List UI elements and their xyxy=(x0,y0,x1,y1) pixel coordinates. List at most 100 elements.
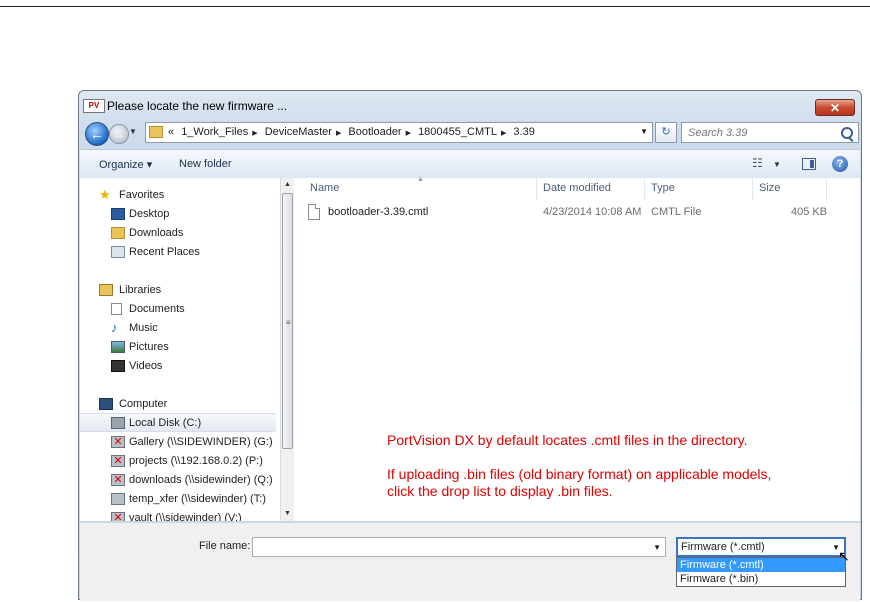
annotation-callout: PortVision DX by default locates .cmtl f… xyxy=(387,432,771,500)
address-bar[interactable]: « 1_Work_Files ▶ DeviceMaster ▶ Bootloader… xyxy=(145,122,653,143)
nav-item-desktop[interactable]: Desktop xyxy=(80,205,276,224)
nav-item-favorites[interactable]: ★ Favorites xyxy=(80,186,276,205)
nav-item-temp-xfer-drive[interactable]: temp_xfer (\\sidewinder) (T:) xyxy=(80,490,276,509)
nav-item-label: Recent Places xyxy=(129,246,200,258)
nav-item-downloads[interactable]: Downloads xyxy=(80,224,276,243)
grip-icon: ≡ xyxy=(286,318,291,327)
help-icon[interactable]: ? xyxy=(832,156,848,172)
nav-item-label: Local Disk (C:) xyxy=(129,417,202,429)
nav-item-label: Computer xyxy=(119,398,168,410)
file-name-dropdown-icon[interactable]: ▼ xyxy=(653,543,661,552)
nav-item-documents[interactable]: Documents xyxy=(80,300,276,319)
file-row[interactable]: bootloader-3.39.cmtl 4/23/2014 10:08 AM … xyxy=(306,204,844,222)
library-icon xyxy=(99,284,113,296)
breadcrumb-item[interactable]: 1800455_CMTL xyxy=(418,126,497,138)
annotation-line: If uploading .bin files (old binary form… xyxy=(387,466,772,482)
nav-item-vault-drive[interactable]: ✕ vault (\\sidewinder) (V:) xyxy=(80,509,276,521)
nav-item-downloads-drive[interactable]: ✕ downloads (\\sidewinder) (Q:) xyxy=(80,471,276,490)
nav-item-computer[interactable]: Computer xyxy=(80,395,276,414)
close-button[interactable]: ✕ xyxy=(815,99,855,116)
nav-scrollbar[interactable]: ▲ ≡ ▼ xyxy=(280,178,294,521)
nav-item-music[interactable]: ♪ Music xyxy=(80,319,276,338)
search-box[interactable] xyxy=(681,122,859,143)
column-header-date-modified[interactable]: Date modified xyxy=(543,182,611,194)
folder-icon xyxy=(149,126,163,138)
organize-menu[interactable]: Organize ▾ xyxy=(99,158,152,171)
view-options-chevron-icon[interactable]: ▼ xyxy=(773,160,781,169)
sort-indicator-icon: ▲ xyxy=(417,176,424,183)
breadcrumb-item[interactable]: DeviceMaster xyxy=(265,126,332,138)
file-type-select[interactable]: Firmware (*.cmtl) ▼ xyxy=(676,537,846,557)
breadcrumb-arrow-icon[interactable]: ▶ xyxy=(501,130,506,137)
nav-item-videos[interactable]: Videos xyxy=(80,357,276,376)
computer-icon xyxy=(99,398,113,410)
file-type: CMTL File xyxy=(651,206,702,218)
nav-item-label: Videos xyxy=(129,360,163,372)
documents-icon xyxy=(111,303,122,315)
downloads-icon xyxy=(111,227,125,239)
page-rule xyxy=(0,6,870,7)
back-button[interactable]: ← xyxy=(85,122,109,146)
file-name: bootloader-3.39.cmtl xyxy=(328,206,429,218)
breadcrumb-arrow-icon[interactable]: ▶ xyxy=(252,130,257,137)
scrollbar-thumb[interactable]: ≡ xyxy=(282,193,293,449)
file-size: 405 KB xyxy=(791,206,828,218)
file-type-option-bin[interactable]: Firmware (*.bin) xyxy=(677,572,845,586)
music-icon: ♪ xyxy=(111,320,118,335)
file-name-input[interactable] xyxy=(256,540,640,554)
network-drive-disconnected-icon: ✕ xyxy=(111,455,125,467)
column-header-size[interactable]: Size xyxy=(759,182,780,194)
breadcrumb-arrow-icon[interactable]: ▶ xyxy=(406,130,411,137)
column-header-name[interactable]: Name xyxy=(310,182,339,194)
preview-pane-icon[interactable] xyxy=(802,158,816,170)
search-input[interactable] xyxy=(686,126,840,140)
column-divider[interactable] xyxy=(826,178,827,200)
nav-item-projects-drive[interactable]: ✕ projects (\\192.168.0.2) (P:) xyxy=(80,452,276,471)
nav-item-label: vault (\\sidewinder) (V:) xyxy=(129,512,242,521)
recent-locations-chevron-icon[interactable]: ▼ xyxy=(129,127,137,136)
breadcrumb-overflow[interactable]: « xyxy=(168,126,174,138)
scroll-down-icon[interactable]: ▼ xyxy=(281,507,294,521)
new-folder-button[interactable]: New folder xyxy=(179,158,232,170)
network-drive-icon xyxy=(111,493,125,505)
nav-item-libraries[interactable]: Libraries xyxy=(80,281,276,300)
nav-item-label: temp_xfer (\\sidewinder) (T:) xyxy=(129,493,266,505)
file-icon xyxy=(308,204,320,220)
nav-item-gallery-drive[interactable]: ✕ Gallery (\\SIDEWINDER) (G:) xyxy=(80,433,276,452)
file-type-options: Firmware (*.cmtl) Firmware (*.bin) xyxy=(676,557,846,587)
nav-item-label: projects (\\192.168.0.2) (P:) xyxy=(129,455,263,467)
file-date: 4/23/2014 10:08 AM xyxy=(543,206,642,218)
annotation-line: click the drop list to display .bin file… xyxy=(387,483,613,499)
breadcrumb-item[interactable]: 3.39 xyxy=(513,126,534,138)
address-dropdown-icon[interactable]: ▼ xyxy=(640,127,648,136)
refresh-button[interactable]: ↻ xyxy=(655,122,677,143)
nav-item-label: Libraries xyxy=(119,284,162,296)
file-type-option-cmtl[interactable]: Firmware (*.cmtl) xyxy=(677,558,845,572)
nav-item-recent-places[interactable]: Recent Places xyxy=(80,243,276,262)
column-divider[interactable] xyxy=(644,178,645,200)
recent-places-icon xyxy=(111,246,125,258)
command-bar: Organize ▾ New folder ▼ ? xyxy=(80,149,860,179)
app-icon: PV xyxy=(83,99,105,113)
column-divider[interactable] xyxy=(752,178,753,200)
forward-button[interactable]: → xyxy=(109,124,129,144)
dialog-footer: File name: ▼ Firmware (*.cmtl) ▼ Firmwar… xyxy=(80,522,860,601)
nav-item-label: Documents xyxy=(129,303,185,315)
breadcrumb-arrow-icon[interactable]: ▶ xyxy=(336,130,341,137)
navigation-pane: ★ Favorites Desktop Downloads Recent Pla… xyxy=(80,178,280,521)
nav-item-label: Favorites xyxy=(119,189,165,201)
file-name-combobox[interactable]: ▼ xyxy=(252,537,666,557)
nav-item-local-disk[interactable]: Local Disk (C:) xyxy=(80,413,276,432)
file-name-label: File name: xyxy=(199,540,251,552)
nav-item-pictures[interactable]: Pictures xyxy=(80,338,276,357)
column-divider[interactable] xyxy=(536,178,537,200)
open-file-dialog: PV Please locate the new firmware ... ✕ … xyxy=(78,90,862,601)
mouse-pointer-icon: ↖ xyxy=(838,548,850,564)
address-row: ← → ▼ « 1_Work_Files ▶ DeviceMaster ▶ Boot… xyxy=(83,120,859,146)
breadcrumb-item[interactable]: Bootloader xyxy=(348,126,401,138)
breadcrumb-item[interactable]: 1_Work_Files xyxy=(181,126,248,138)
column-header-type[interactable]: Type xyxy=(651,182,675,194)
scroll-up-icon[interactable]: ▲ xyxy=(281,178,294,192)
search-icon[interactable] xyxy=(841,127,853,139)
change-view-icon[interactable] xyxy=(752,156,768,170)
